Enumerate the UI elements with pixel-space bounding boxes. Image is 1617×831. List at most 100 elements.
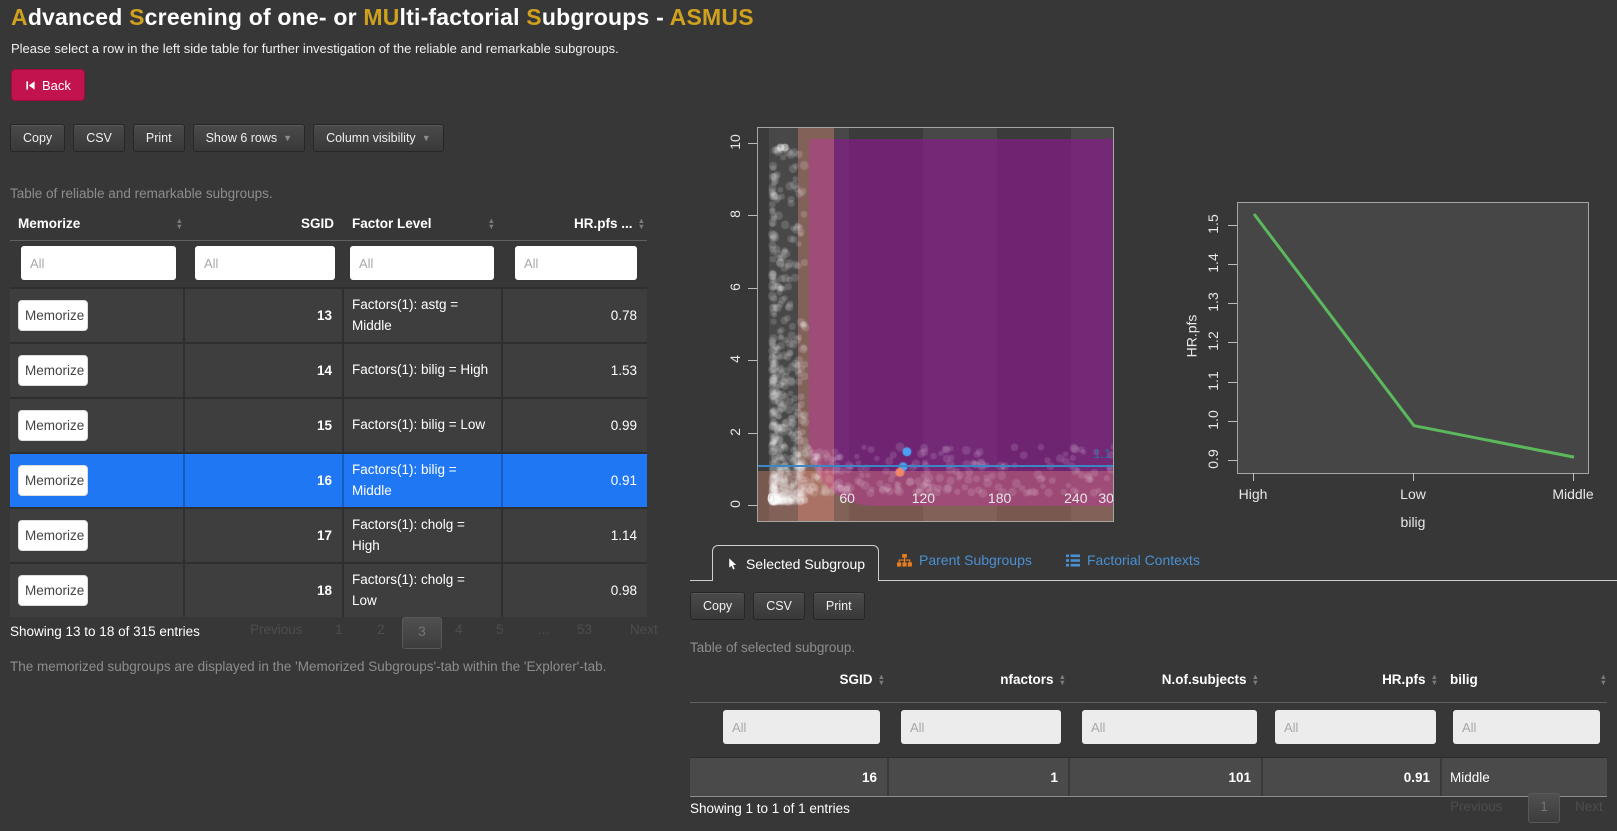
header-divider — [690, 702, 1607, 703]
y-tick-label: 0.9 — [1205, 442, 1221, 476]
bottom-copy-button[interactable]: Copy — [690, 592, 745, 620]
pagination-next[interactable]: Next — [1575, 799, 1603, 814]
y-tick-label: 1.4 — [1205, 246, 1221, 280]
filter-input-sgid-2[interactable] — [723, 710, 880, 744]
tab-label: Parent Subgroups — [919, 552, 1032, 568]
caret-down-icon: ▼ — [283, 133, 292, 143]
back-button-label: Back — [42, 78, 71, 93]
filter-input-sgid[interactable] — [195, 246, 335, 280]
left-copy-button[interactable]: Copy — [10, 124, 65, 152]
memorize-cell: Memorize — [10, 399, 185, 452]
memorize-button[interactable]: Memorize — [18, 465, 88, 496]
selected-table-header: SGID ▲▼ nfactors ▲▼ N.of.subjects ▲▼ HR.… — [690, 663, 1607, 695]
x-tick — [1253, 473, 1254, 481]
sgid-cell: 18 — [185, 564, 344, 617]
y-tick — [748, 288, 757, 289]
column-header-label: SGID — [301, 216, 334, 231]
y-tick-label: 6 — [727, 270, 743, 304]
table-row[interactable]: Memorize13Factors(1): astg = Middle0.78 — [10, 287, 647, 342]
column-header-factor-level[interactable]: Factor Level ▲▼ — [344, 210, 503, 236]
table-row[interactable]: Memorize14Factors(1): bilig = High1.53 — [10, 342, 647, 397]
pagination-3[interactable]: 3 — [402, 617, 442, 649]
selected-table-caption: Table of selected subgroup. — [690, 640, 855, 655]
pagination-previous[interactable]: Previous — [1450, 799, 1503, 814]
filter-input-bilig[interactable] — [1453, 710, 1600, 744]
table-row[interactable]: Memorize18Factors(1): cholg = Low0.98 — [10, 562, 647, 617]
column-header-hrpfs[interactable]: HR.pfs ▲▼ — [1263, 663, 1442, 695]
sgid-cell: 13 — [185, 289, 344, 342]
left-show-6-rows-button[interactable]: Show 6 rows▼ — [193, 124, 305, 152]
button-label: Copy — [23, 131, 52, 145]
memorize-button[interactable]: Memorize — [18, 355, 88, 386]
memorize-cell: Memorize — [10, 564, 185, 617]
selected-table-toolbar: Copy CSV Print — [690, 592, 865, 620]
scatter-plot-panel[interactable]: 1.1 060120180240300 — [757, 127, 1114, 522]
column-header-bilig[interactable]: bilig ▲▼ — [1442, 663, 1607, 695]
filter-input-memorize[interactable] — [21, 246, 176, 280]
memorize-button[interactable]: Memorize — [18, 575, 88, 606]
y-tick — [748, 360, 757, 361]
sort-icon: ▲▼ — [1059, 674, 1066, 685]
scatter-plot: 1.1 060120180240300 0246810 — [690, 110, 1120, 525]
left-table-body: Memorize13Factors(1): astg = Middle0.78M… — [10, 287, 647, 617]
hr-line-series — [1254, 214, 1574, 457]
pagination-2[interactable]: 2 — [377, 622, 385, 637]
line-plot-panel — [1237, 202, 1589, 474]
y-tick-label: 1.0 — [1205, 403, 1221, 437]
title-segment: creening of one- or — [145, 4, 364, 30]
line-x-axis-title: bilig — [1383, 514, 1443, 530]
title-segment: A — [11, 4, 28, 30]
bottom-csv-button[interactable]: CSV — [753, 592, 805, 620]
y-tick-label: 0 — [727, 487, 743, 521]
factor-level-cell: Factors(1): cholg = High — [344, 509, 503, 562]
pagination-4[interactable]: 4 — [455, 622, 463, 637]
column-header-memorize[interactable]: Memorize ▲▼ — [10, 210, 185, 236]
filter-input-nfactors[interactable] — [901, 710, 1061, 744]
filter-input-hrpfs[interactable] — [515, 246, 637, 280]
column-header-nsubjects[interactable]: N.of.subjects ▲▼ — [1070, 663, 1263, 695]
line-y-axis-title: HR.pfs — [1183, 315, 1199, 358]
sort-icon: ▲▼ — [638, 218, 645, 229]
y-tick-label: 1.5 — [1205, 207, 1221, 241]
column-header-hrpfs[interactable]: HR.pfs ... ▲▼ — [503, 210, 647, 236]
tab-selected-subgroup[interactable]: Selected Subgroup — [712, 545, 879, 581]
table-row[interactable]: Memorize17Factors(1): cholg = High1.14 — [10, 507, 647, 562]
hrpfs-cell: 1.14 — [503, 509, 647, 562]
factor-level-cell: Factors(1): astg = Middle — [344, 289, 503, 342]
caret-down-icon: ▼ — [422, 133, 431, 143]
reference-line-label: 1.1 — [1094, 447, 1111, 461]
memorize-button[interactable]: Memorize — [18, 520, 88, 551]
tab-parent-subgroups[interactable]: Parent Subgroups — [897, 552, 1032, 568]
pagination-1[interactable]: 1 — [1528, 793, 1560, 823]
sort-icon: ▲▼ — [1600, 674, 1607, 685]
column-header-label: HR.pfs ... — [574, 216, 633, 231]
table-row[interactable]: Memorize15Factors(1): bilig = Low0.99 — [10, 397, 647, 452]
filter-input-hrpfs-2[interactable] — [1275, 710, 1436, 744]
filter-input-nsubjects[interactable] — [1082, 710, 1257, 744]
pagination-53[interactable]: 53 — [577, 622, 592, 637]
factor-level-cell: Factors(1): bilig = High — [344, 344, 503, 397]
selected-table-row[interactable]: 1611010.91Middle — [690, 757, 1607, 797]
table-row-selected[interactable]: Memorize16Factors(1): bilig = Middle0.91 — [10, 452, 647, 507]
left-print-button[interactable]: Print — [133, 124, 185, 152]
memorize-cell: Memorize — [10, 454, 185, 507]
left-column-visibility-button[interactable]: Column visibility▼ — [313, 124, 444, 152]
pagination-1[interactable]: 1 — [335, 622, 343, 637]
bottom-print-button[interactable]: Print — [813, 592, 865, 620]
filter-input-factor-level[interactable] — [350, 246, 494, 280]
back-button[interactable]: Back — [11, 69, 85, 101]
memorize-button[interactable]: Memorize — [18, 300, 88, 331]
pagination-5[interactable]: 5 — [496, 622, 504, 637]
column-header-sgid[interactable]: SGID — [185, 210, 344, 236]
column-header-nfactors[interactable]: nfactors ▲▼ — [889, 663, 1070, 695]
column-header-sgid[interactable]: SGID ▲▼ — [690, 663, 889, 695]
x-tick-label: 120 — [912, 490, 935, 506]
pagination-previous[interactable]: Previous — [250, 622, 303, 637]
left-csv-button[interactable]: CSV — [73, 124, 125, 152]
sort-icon: ▲▼ — [176, 218, 183, 229]
column-header-label: bilig — [1450, 672, 1478, 687]
tab-factorial-contexts[interactable]: Factorial Contexts — [1066, 552, 1200, 568]
memorize-button[interactable]: Memorize — [18, 410, 88, 441]
y-tick — [748, 433, 757, 434]
pagination-next[interactable]: Next — [630, 622, 658, 637]
